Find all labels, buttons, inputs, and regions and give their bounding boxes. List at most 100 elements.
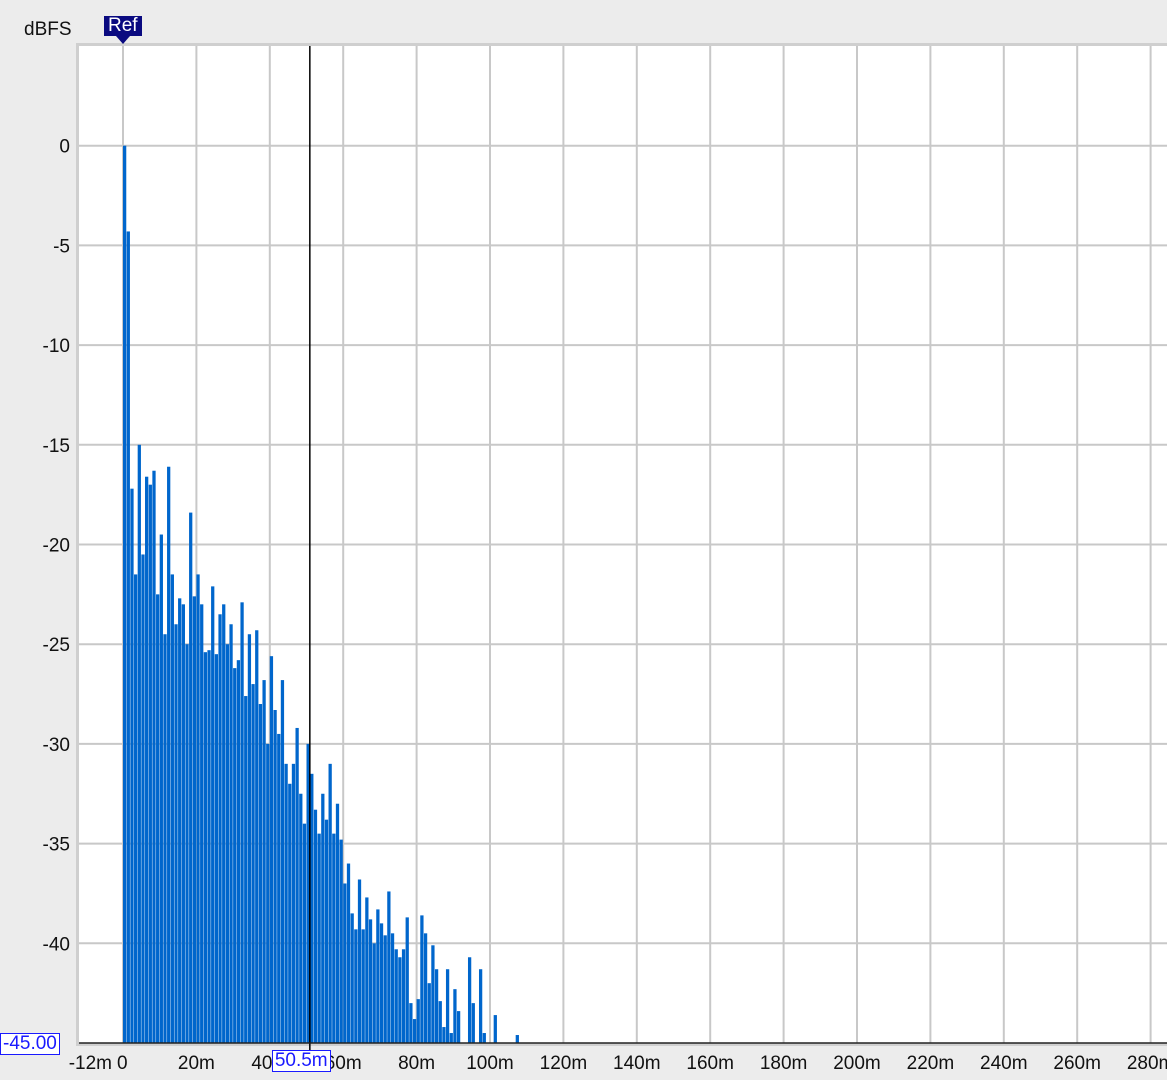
cursor-y-readout: -45.00 [0,1033,60,1055]
histogram-bar [196,574,200,1043]
histogram-bar [200,604,204,1043]
y-tick-label: -10 [43,336,70,357]
histogram-bar [420,915,424,1043]
histogram-bar [295,727,299,1043]
x-tick-label: 20m [178,1053,215,1074]
histogram-bar [229,624,233,1043]
histogram-bar [203,652,208,1043]
histogram-bar [324,819,329,1043]
histogram-bar [167,466,171,1043]
y-tick-label: -40 [43,934,70,955]
x-tick-label: 80m [398,1053,435,1074]
histogram-bar [130,488,134,1044]
histogram-bar [467,957,472,1043]
histogram-bar [236,660,241,1043]
histogram-bar [251,684,255,1043]
histogram-bar [141,554,145,1043]
histogram-bar [471,1003,475,1043]
histogram-bar [244,696,248,1043]
histogram-bar [438,1001,442,1043]
x-tick-label: 140m [613,1053,661,1074]
y-tick-label: -25 [43,635,70,656]
x-tick-label: 200m [833,1053,881,1074]
x-tick-label: 120m [540,1053,588,1074]
histogram-bar [387,891,391,1043]
histogram-bar [163,634,167,1043]
histogram-bar [159,534,163,1043]
histogram-bar [148,484,152,1043]
histogram-bar [405,917,409,1043]
histogram-bar [482,1033,486,1043]
histogram-bar [258,704,263,1043]
histogram-bar [181,604,185,1043]
histogram-bar [434,969,439,1043]
y-tick-label: -35 [43,835,70,856]
histogram-bar [156,594,160,1043]
y-tick-label: 0 [59,137,70,158]
histogram-bar [178,598,182,1043]
histogram-bar [192,596,196,1043]
histogram-bar [134,574,138,1043]
histogram-bar [354,929,358,1043]
histogram-bar [423,933,428,1043]
histogram-bar [390,933,395,1043]
x-tick-label: -12m [69,1053,112,1074]
histogram-bar [273,710,277,1043]
x-tick-label: 160m [686,1053,734,1074]
histogram-bar [343,883,347,1043]
x-tick-label: 180m [760,1053,808,1074]
histogram-bar [189,512,193,1043]
histogram-bar [376,909,380,1043]
histogram-bar [247,634,252,1043]
histogram-bar [284,763,288,1043]
x-tick-label: 0 [117,1053,128,1074]
histogram-bar [299,793,303,1043]
histogram-bar [515,1035,519,1043]
histogram-bar [365,897,369,1043]
histogram-bar [313,809,318,1043]
histogram-bar [152,470,156,1043]
histogram-bar [302,823,307,1043]
histogram-bar [170,574,174,1043]
x-tick-label: 240m [980,1053,1028,1074]
histogram-bar [317,833,321,1043]
reference-marker[interactable]: Ref [104,16,142,44]
histogram-bar [361,929,365,1043]
histogram-bar [211,586,215,1043]
histogram-bar [427,983,431,1043]
histogram-bar [398,957,402,1043]
histogram-bar [383,935,387,1043]
histogram-bar [185,644,189,1043]
histogram-bar [123,145,127,1043]
impulse-chart[interactable]: -12m 0 20m 40m 60m 80m 100m 120m 140m 160m 180m 200… [0,0,1167,1080]
histogram-bar [255,630,259,1043]
histogram-bar [379,923,384,1043]
histogram-bar [332,833,336,1043]
histogram-bar [126,231,130,1043]
histogram-bar [456,1011,461,1043]
histogram-bar [321,793,325,1043]
histogram-bar [310,773,314,1043]
histogram-bar [328,763,332,1043]
histogram-bar [431,945,435,1043]
y-tick-label: -15 [43,436,70,457]
histogram-bar [291,763,296,1043]
histogram-bar [277,733,281,1043]
histogram-bar [368,919,373,1043]
histogram-bar [266,743,270,1043]
histogram-bar [174,624,178,1043]
histogram-bar [478,969,483,1043]
histogram-bar [394,949,398,1043]
histogram-bar [346,863,351,1043]
histogram-bar [225,644,230,1043]
histogram-bar [288,783,292,1043]
histogram-bar [372,943,376,1043]
histogram-bar [262,680,266,1043]
y-axis-label: dBFS [24,19,72,40]
histogram-bar [409,1003,413,1043]
x-tick-label: 220m [907,1053,955,1074]
histogram-bar [207,650,211,1043]
x-tick-label: 280m [1127,1053,1167,1074]
histogram-bar [280,680,285,1043]
cursor-x-readout: 50.5m [271,1050,331,1072]
